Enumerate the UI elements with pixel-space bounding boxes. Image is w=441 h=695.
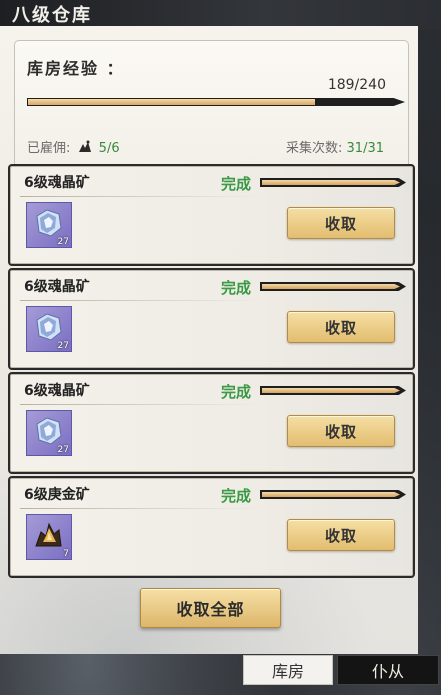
- task-status: 完成: [221, 487, 252, 505]
- warehouse-info-card: 库房经验 ： 189/240 已雇佣: 5/6 采集次数: 31/31: [14, 40, 409, 176]
- hired-value: 5/6: [98, 141, 120, 156]
- collect-button[interactable]: 收取: [287, 415, 395, 447]
- task-status: 完成: [221, 175, 252, 193]
- collect-row: 采集次数: 31/31: [286, 137, 384, 156]
- task-card: 6级魂晶矿 完成 27 收取: [8, 164, 415, 266]
- task-divider: [20, 404, 260, 405]
- task-name: 6级魂晶矿: [24, 279, 90, 295]
- task-name: 6级魂晶矿: [24, 383, 90, 399]
- item-slot[interactable]: 7: [26, 514, 72, 560]
- collect-value: 31/31: [346, 141, 384, 156]
- item-slot[interactable]: 27: [26, 202, 72, 248]
- item-quantity: 7: [63, 549, 69, 559]
- item-slot[interactable]: 27: [26, 306, 72, 352]
- collect-button[interactable]: 收取: [287, 311, 395, 343]
- blue-crystal-icon: [36, 417, 62, 445]
- hired-row: 已雇佣: 5/6: [27, 137, 120, 156]
- window-title: 八级仓库: [12, 5, 92, 26]
- item-quantity: 27: [57, 445, 69, 455]
- task-status: 完成: [221, 383, 252, 401]
- task-progress-fill: [262, 492, 400, 497]
- collect-button[interactable]: 收取: [287, 207, 395, 239]
- tab-servant[interactable]: 仆从: [337, 655, 439, 685]
- task-card: 6级魂晶矿 完成 27 收取: [8, 268, 415, 370]
- gold-ore-icon: [35, 522, 62, 547]
- blue-crystal-icon: [36, 209, 62, 237]
- exp-label: 库房经验 ：: [27, 59, 125, 78]
- task-progress-fill: [262, 388, 400, 393]
- warehouse-panel: 库房经验 ： 189/240 已雇佣: 5/6 采集次数: 31/31 6级魂晶…: [0, 26, 418, 654]
- task-divider: [20, 300, 260, 301]
- task-progress-fill: [262, 180, 400, 185]
- task-divider: [20, 196, 260, 197]
- task-card: 6级魂晶矿 完成 27 收取: [8, 372, 415, 474]
- item-quantity: 27: [57, 341, 69, 351]
- hired-label: 已雇佣:: [27, 141, 71, 156]
- exp-count: 189/240: [327, 77, 386, 93]
- exp-progress-fill: [28, 99, 315, 105]
- task-status: 完成: [221, 279, 252, 297]
- task-name: 6级魂晶矿: [24, 175, 90, 191]
- blue-crystal-icon: [36, 313, 62, 341]
- task-progress-bar: [260, 178, 406, 187]
- worker-icon: [78, 140, 91, 152]
- collect-all-button[interactable]: 收取全部: [140, 588, 281, 628]
- item-slot[interactable]: 27: [26, 410, 72, 456]
- collect-label: 采集次数:: [286, 141, 343, 156]
- task-divider: [20, 508, 260, 509]
- task-progress-bar: [260, 282, 406, 291]
- tab-warehouse[interactable]: 库房: [243, 655, 333, 685]
- task-progress-bar: [260, 386, 406, 395]
- task-progress-bar: [260, 490, 406, 499]
- task-name: 6级庚金矿: [24, 487, 90, 503]
- collect-button[interactable]: 收取: [287, 519, 395, 551]
- exp-progress-bar: [27, 98, 405, 106]
- item-quantity: 27: [57, 237, 69, 247]
- task-card: 6级庚金矿 完成 7 收取: [8, 476, 415, 578]
- task-progress-fill: [262, 284, 400, 289]
